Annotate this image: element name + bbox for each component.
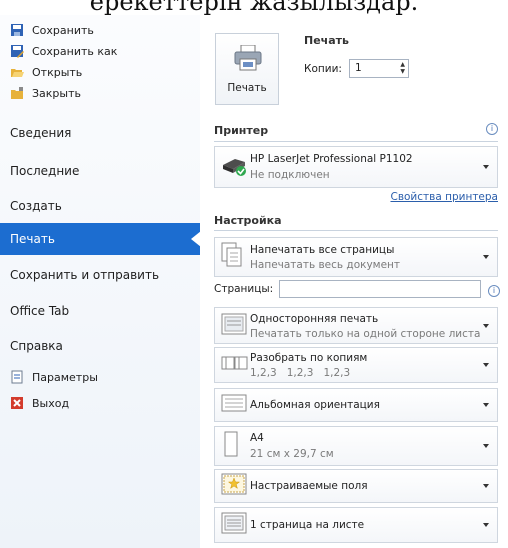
save-as-label: Сохранить как [32, 44, 118, 58]
pages-input[interactable] [279, 280, 481, 298]
save-command[interactable]: Сохранить [10, 20, 94, 40]
nav-help[interactable]: Справка [0, 330, 200, 362]
exit-label: Выход [32, 396, 70, 410]
printer-status: Не подключен [250, 169, 330, 181]
chevron-down-icon [483, 403, 489, 407]
open-label: Открыть [32, 65, 83, 79]
banner-text: ерекеттерін жазылыздар. [89, 0, 419, 16]
printer-properties-link[interactable]: Свойства принтера [390, 191, 498, 203]
printer-name: HP LaserJet Professional P1102 [250, 153, 413, 165]
nav-help-label: Справка [10, 339, 63, 353]
printer-status-icon [221, 153, 247, 181]
chevron-down-icon [483, 165, 489, 169]
sides-title: Односторонняя печать [250, 313, 379, 325]
nav-print[interactable]: Печать [0, 223, 201, 255]
collate-dropdown[interactable]: Разобрать по копиям 1,2,3 1,2,3 1,2,3 [214, 347, 498, 383]
chevron-down-icon [483, 363, 489, 367]
spin-arrows-icon[interactable]: ▲ ▼ [400, 61, 405, 75]
nav-info-label: Сведения [10, 126, 72, 140]
paper-size-icon [221, 431, 241, 461]
nav-info[interactable]: Сведения [0, 117, 200, 149]
nav-office-tab-label: Office Tab [10, 304, 70, 318]
printer-section-title: Принтер [214, 124, 269, 137]
print-button-label: Печать [227, 82, 267, 94]
paper-size-subtitle: 21 см x 29,7 см [250, 448, 334, 460]
save-label: Сохранить [32, 23, 94, 37]
nav-recent[interactable]: Последние [0, 155, 200, 187]
exit-icon [10, 396, 24, 410]
margins-dropdown[interactable]: Настраиваемые поля [214, 469, 498, 503]
collate-subtitle: 1,2,3 1,2,3 1,2,3 [250, 367, 351, 379]
orientation-dropdown[interactable]: Альбомная ориентация [214, 388, 498, 422]
info-icon[interactable]: i [486, 123, 498, 135]
print-range-title: Напечатать все страницы [250, 244, 395, 256]
pages-icon [221, 242, 243, 272]
copies-label: Копии: [304, 63, 342, 75]
one-sided-icon [221, 313, 247, 339]
close-label: Закрыть [32, 86, 81, 100]
nav-new[interactable]: Создать [0, 190, 200, 222]
chevron-down-icon [483, 484, 489, 488]
nav-print-label: Печать [10, 232, 55, 246]
pages-per-sheet-icon [221, 512, 247, 538]
landscape-icon [221, 393, 247, 417]
exit-command[interactable]: Выход [10, 393, 69, 413]
print-range-dropdown[interactable]: Напечатать все страницы Напечатать весь … [214, 237, 498, 277]
pages-label: Страницы: [214, 283, 274, 295]
sides-dropdown[interactable]: Односторонняя печать Печатать только на … [214, 307, 498, 344]
chevron-down-icon [483, 323, 489, 328]
nav-new-label: Создать [10, 199, 62, 213]
close-folder-icon [10, 86, 24, 100]
print-button[interactable]: Печать [215, 33, 279, 105]
settings-section-title: Настройка [214, 214, 282, 227]
nav-recent-label: Последние [10, 164, 80, 178]
print-range-subtitle: Напечатать весь документ [250, 259, 401, 271]
sides-subtitle: Печатать только на одной стороне листа [250, 328, 481, 340]
pages-per-sheet-title: 1 страница на листе [250, 519, 365, 531]
options-command[interactable]: Параметры [10, 367, 98, 387]
options-icon [10, 370, 24, 384]
nav-save-send-label: Сохранить и отправить [10, 268, 160, 282]
options-label: Параметры [32, 370, 98, 384]
orientation-title: Альбомная ориентация [250, 399, 380, 411]
open-command[interactable]: Открыть [10, 62, 82, 82]
printer-icon [234, 44, 262, 75]
open-folder-icon [10, 65, 24, 79]
printer-dropdown[interactable]: HP LaserJet Professional P1102 Не подклю… [214, 146, 498, 188]
margins-title: Настраиваемые поля [250, 480, 368, 492]
pages-per-sheet-dropdown[interactable]: 1 страница на листе [214, 507, 498, 543]
copies-value: 1 [355, 62, 362, 74]
print-pane: Печать Печать Копии: 1 ▲ ▼ Принтер i HP L… [200, 15, 508, 548]
save-icon [10, 23, 24, 37]
paper-size-dropdown[interactable]: A4 21 см x 29,7 см [214, 426, 498, 466]
save-as-icon [10, 44, 24, 58]
collate-icon [221, 355, 249, 375]
backstage-nav: Сохранить Сохранить как Открыть Закрыть … [0, 15, 201, 548]
nav-office-tab[interactable]: Office Tab [0, 295, 200, 327]
settings-divider [214, 230, 498, 231]
info-icon[interactable]: i [488, 285, 500, 297]
margins-icon [221, 473, 247, 499]
print-section-title: Печать [304, 34, 349, 47]
paper-size-title: A4 [250, 432, 264, 444]
chevron-down-icon [483, 255, 489, 259]
close-command[interactable]: Закрыть [10, 83, 81, 103]
collate-title: Разобрать по копиям [250, 352, 368, 364]
printer-divider [214, 141, 498, 142]
nav-save-send[interactable]: Сохранить и отправить [0, 259, 200, 291]
chevron-down-icon [483, 444, 489, 448]
chevron-down-icon [483, 523, 489, 527]
save-as-command[interactable]: Сохранить как [10, 41, 117, 61]
copies-stepper[interactable]: 1 ▲ ▼ [349, 59, 409, 78]
